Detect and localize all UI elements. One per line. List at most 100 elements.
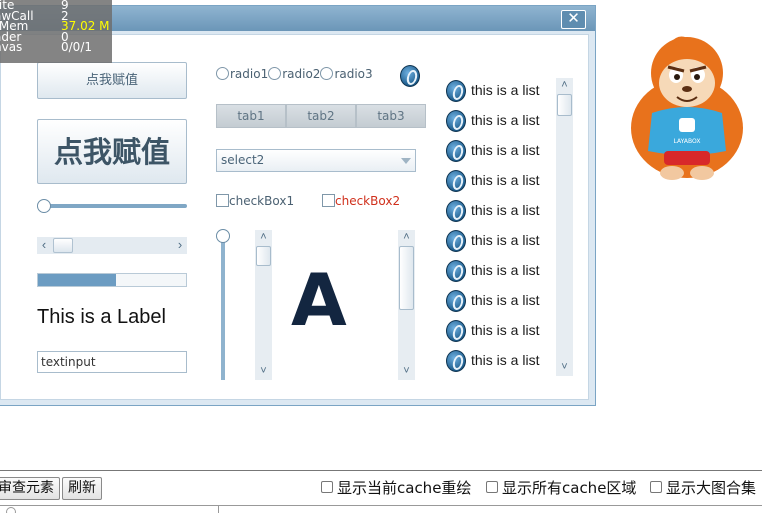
scroll-left-icon[interactable]: ‹ bbox=[37, 237, 51, 254]
text-input[interactable]: textinput bbox=[37, 351, 187, 373]
show-atlas-checkbox[interactable]: 显示大图合集 bbox=[650, 479, 756, 497]
stat-row: nvas 0/0/1 bbox=[0, 40, 112, 54]
checkbox-1[interactable]: checkBox1 bbox=[216, 193, 294, 209]
scroll-up-icon[interactable]: ˄ bbox=[398, 230, 415, 244]
radio-label: radio3 bbox=[334, 67, 373, 81]
checkbox-label: checkBox1 bbox=[229, 194, 295, 208]
scroll-thumb[interactable] bbox=[53, 238, 73, 253]
close-icon: ✕ bbox=[567, 10, 580, 27]
scroll-down-icon[interactable]: ˅ bbox=[255, 364, 272, 378]
list-item-label: this is a list bbox=[471, 262, 540, 278]
scroll-up-icon[interactable]: ˄ bbox=[556, 78, 573, 92]
layabox-clip-icon[interactable] bbox=[400, 65, 420, 87]
layabox-clip-icon bbox=[446, 110, 466, 132]
layabox-clip-icon bbox=[446, 170, 466, 192]
scroll-thumb[interactable] bbox=[557, 94, 572, 116]
checkbox-icon bbox=[486, 481, 498, 493]
scroll-thumb[interactable] bbox=[399, 246, 414, 310]
list-item-label: this is a list bbox=[471, 142, 540, 158]
checkbox-box-icon bbox=[216, 194, 229, 207]
checkbox-label: 显示大图合集 bbox=[666, 479, 757, 497]
list-item-label: this is a list bbox=[471, 232, 540, 248]
tab-bar: tab1 tab2 tab3 bbox=[216, 104, 426, 128]
assign-button-small[interactable]: 点我赋值 bbox=[37, 62, 187, 99]
layabox-clip-icon bbox=[446, 140, 466, 162]
list-item[interactable]: this is a list bbox=[444, 198, 554, 228]
monkey-mascot-image: LAYABOX bbox=[630, 33, 745, 183]
panel-vertical-scrollbar[interactable]: ˄ ˅ bbox=[398, 230, 415, 380]
vslider-track bbox=[221, 235, 225, 380]
radio-2[interactable]: radio2 bbox=[268, 66, 320, 82]
tree-node-icon[interactable] bbox=[6, 507, 16, 513]
radio-label: radio2 bbox=[282, 67, 321, 81]
list[interactable]: this is a list this is a list this is a … bbox=[444, 78, 554, 378]
list-item-label: this is a list bbox=[471, 322, 540, 338]
list-item[interactable]: this is a list bbox=[444, 138, 554, 168]
show-cache-regions-checkbox[interactable]: 显示所有cache区域 bbox=[486, 479, 636, 497]
vslider-thumb[interactable] bbox=[216, 229, 230, 243]
horizontal-scrollbar[interactable]: ‹ › bbox=[37, 237, 187, 254]
scroll-down-icon[interactable]: ˅ bbox=[398, 364, 415, 378]
layabox-clip-icon bbox=[446, 350, 466, 372]
close-button[interactable]: ✕ bbox=[561, 10, 586, 29]
scroll-panel[interactable]: A bbox=[289, 230, 397, 380]
list-item[interactable]: this is a list bbox=[444, 78, 554, 108]
vertical-scrollbar[interactable]: ˄ ˅ bbox=[255, 230, 272, 380]
layabox-clip-icon bbox=[446, 200, 466, 222]
stat-value: 0/0/1 bbox=[61, 40, 92, 54]
layabox-clip-icon bbox=[446, 230, 466, 252]
checkbox-2[interactable]: checkBox2 bbox=[322, 193, 400, 209]
scroll-right-icon[interactable]: › bbox=[173, 237, 187, 254]
list-item[interactable]: this is a list bbox=[444, 348, 554, 378]
radio-1[interactable]: radio1 bbox=[216, 66, 268, 82]
tab-1[interactable]: tab1 bbox=[216, 104, 286, 128]
checkbox-icon bbox=[321, 481, 333, 493]
chevron-down-icon bbox=[401, 158, 411, 164]
progress-fill bbox=[38, 274, 117, 286]
list-item-label: this is a list bbox=[471, 112, 540, 128]
layabox-clip-icon bbox=[446, 290, 466, 312]
devtools-toolbar: 审查元素 刷新 显示当前cache重绘 显示所有cache区域 显示大图合集 bbox=[0, 470, 762, 513]
panel-image-letter: A bbox=[291, 258, 347, 342]
layabox-clip-icon bbox=[446, 260, 466, 282]
list-item[interactable]: this is a list bbox=[444, 318, 554, 348]
tab-3[interactable]: tab3 bbox=[356, 104, 426, 128]
show-cache-redraw-checkbox[interactable]: 显示当前cache重绘 bbox=[321, 479, 471, 497]
vertical-slider[interactable] bbox=[216, 229, 230, 380]
scroll-thumb[interactable] bbox=[256, 246, 271, 266]
stats-overlay: rite9 awCall2 rMem37.02 M ader0 nvas0/0/… bbox=[0, 0, 112, 63]
radio-circle-icon bbox=[268, 67, 282, 80]
stat-key: nvas bbox=[0, 40, 23, 54]
layabox-clip-icon bbox=[446, 80, 466, 102]
radio-circle-icon bbox=[216, 67, 229, 80]
list-item[interactable]: this is a list bbox=[444, 288, 554, 318]
divider bbox=[218, 505, 219, 513]
horizontal-slider[interactable] bbox=[37, 199, 187, 213]
slider-thumb[interactable] bbox=[37, 199, 51, 213]
checkbox-label: 显示当前cache重绘 bbox=[337, 479, 472, 497]
refresh-button[interactable]: 刷新 bbox=[62, 477, 102, 500]
label-text: This is a Label bbox=[37, 306, 166, 328]
checkbox-icon bbox=[650, 481, 662, 493]
list-item[interactable]: this is a list bbox=[444, 228, 554, 258]
list-item[interactable]: this is a list bbox=[444, 258, 554, 288]
combo-select[interactable]: select2 bbox=[216, 149, 416, 172]
scroll-up-icon[interactable]: ˄ bbox=[255, 230, 272, 244]
assign-button-large[interactable]: 点我赋值 bbox=[37, 119, 187, 184]
radio-3[interactable]: radio3 bbox=[320, 66, 373, 82]
scroll-down-icon[interactable]: ˅ bbox=[556, 360, 573, 374]
list-item-label: this is a list bbox=[471, 202, 540, 218]
list-item[interactable]: this is a list bbox=[444, 168, 554, 198]
list-vertical-scrollbar[interactable]: ˄ ˅ bbox=[556, 78, 573, 376]
mascot-brand-text: LAYABOX bbox=[674, 138, 701, 145]
checkbox-box-icon bbox=[322, 194, 335, 207]
progress-bar bbox=[37, 273, 187, 287]
list-item-label: this is a list bbox=[471, 292, 540, 308]
slider-track bbox=[41, 204, 187, 208]
list-item[interactable]: this is a list bbox=[444, 108, 554, 138]
tab-2[interactable]: tab2 bbox=[286, 104, 356, 128]
radio-label: radio1 bbox=[230, 67, 269, 81]
list-item-label: this is a list bbox=[471, 352, 540, 368]
inspect-element-button[interactable]: 审查元素 bbox=[0, 477, 60, 500]
monkey-mascot-icon: LAYABOX bbox=[631, 36, 743, 180]
